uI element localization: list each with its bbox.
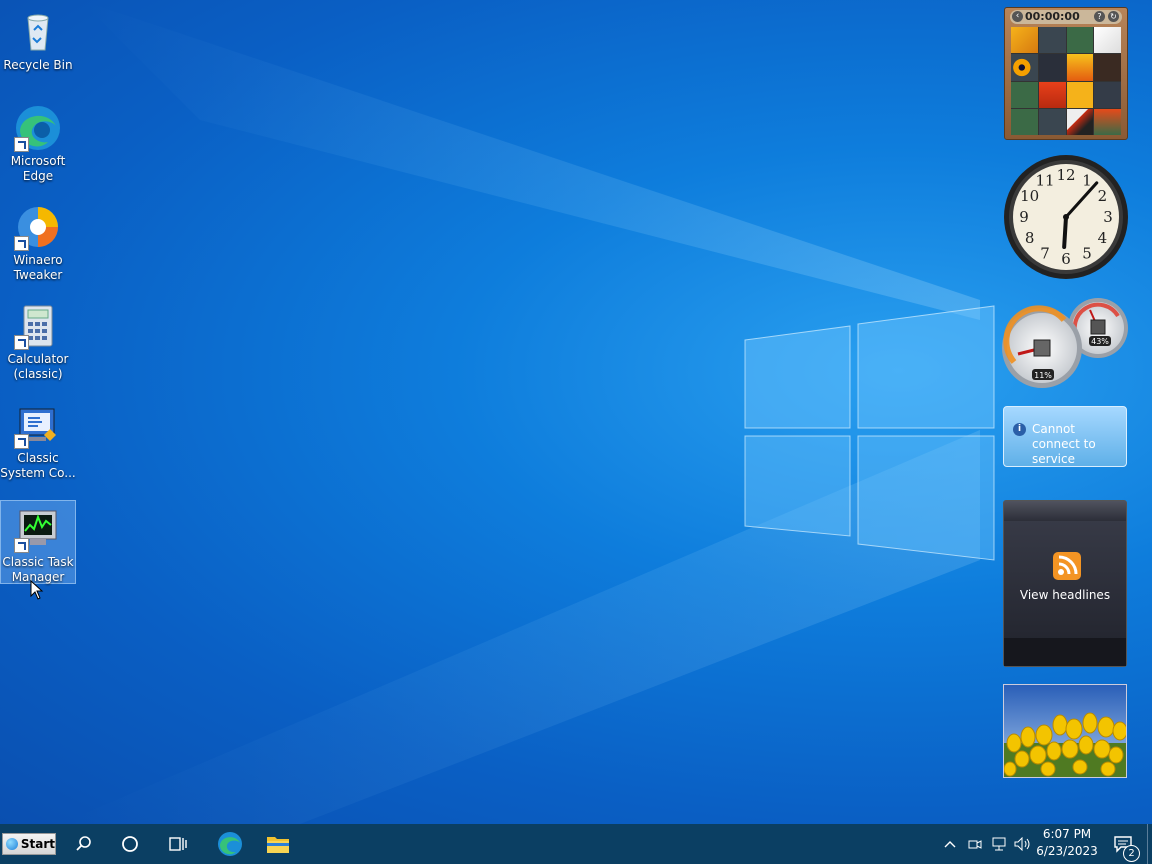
clock-numeral: 9	[1019, 208, 1029, 226]
clock-numeral: 5	[1082, 244, 1092, 262]
clock-numeral: 10	[1020, 187, 1039, 205]
clock-numeral: 4	[1098, 229, 1108, 247]
notification-count-badge: 2	[1123, 845, 1140, 862]
weather-gadget[interactable]: i Cannot connect to service	[1003, 406, 1127, 467]
shortcut-arrow-icon	[14, 137, 29, 152]
clock-numeral: 2	[1098, 187, 1108, 205]
camera-icon	[968, 840, 982, 849]
desktop-icon-label: Calculator (classic)	[7, 352, 69, 381]
clock-numeral: 11	[1035, 172, 1054, 190]
network-icon	[992, 837, 1006, 851]
cpu-meter-gadget[interactable]: 43% 11%	[1002, 296, 1130, 392]
desktop-icon-label: Microsoft Edge	[10, 154, 66, 183]
start-button[interactable]: Start	[2, 833, 56, 855]
show-hidden-icons-button[interactable]	[940, 824, 960, 864]
shortcut-arrow-icon	[14, 538, 29, 553]
folder-icon	[267, 837, 289, 853]
clock-time: 6:07 PM	[1042, 827, 1092, 841]
mouse-cursor-icon	[30, 580, 44, 600]
shortcut-arrow-icon	[14, 434, 29, 449]
puzzle-shuffle-icon[interactable]: ↻	[1108, 11, 1119, 22]
taskbar-clock[interactable]: 6:07 PM 6/23/2023	[1030, 826, 1104, 860]
desktop[interactable]: Recycle Bin Microsoft Edge Winaero Tweak…	[0, 0, 1152, 824]
task-view-icon	[169, 837, 187, 851]
action-center-button[interactable]: 2	[1106, 824, 1140, 864]
rss-icon	[1053, 552, 1081, 580]
feed-headlines-gadget[interactable]: View headlines	[1003, 500, 1127, 667]
show-desktop-button[interactable]	[1147, 824, 1148, 864]
shortcut-arrow-icon	[14, 335, 29, 350]
memory-percent: 43%	[1091, 337, 1109, 346]
file-explorer-button[interactable]	[256, 824, 300, 864]
weather-message: Cannot connect to service	[1032, 422, 1096, 466]
view-headlines-link[interactable]: View headlines	[1004, 588, 1126, 602]
desktop-icon-classic-system-control[interactable]: Classic System Co...	[0, 401, 76, 481]
cpu-percent: 11%	[1034, 371, 1052, 380]
clock-date: 6/23/2023	[1036, 844, 1098, 858]
desktop-icon-label: Classic System Co...	[0, 451, 76, 480]
puzzle-board[interactable]	[1011, 27, 1121, 135]
wallpaper	[60, 0, 995, 824]
calculator-icon	[14, 302, 62, 350]
start-orb-icon	[6, 838, 18, 850]
clock-hour-hand	[1062, 215, 1068, 249]
clock-numeral: 8	[1025, 229, 1035, 247]
clock-numeral: 12	[1056, 166, 1075, 184]
desktop-icon-label: Recycle Bin	[3, 58, 73, 72]
puzzle-back-icon[interactable]: ‹	[1012, 11, 1023, 22]
classic-system-control-icon	[14, 401, 62, 449]
picture-puzzle-gadget[interactable]: ‹ 00:00:00 ? ↻	[1004, 7, 1128, 140]
taskbar: Start 6:07 PM 6/23/2023 2	[0, 824, 1152, 864]
search-icon	[76, 836, 91, 851]
slideshow-image	[1004, 685, 1126, 777]
clock-numeral: 7	[1040, 244, 1050, 262]
clock-numeral: 1	[1082, 172, 1092, 190]
desktop-icon-label: Winaero Tweaker	[13, 253, 63, 282]
desktop-icon-winaero-tweaker[interactable]: Winaero Tweaker	[0, 203, 76, 283]
cortana-button[interactable]	[110, 824, 150, 864]
tray-meet-now[interactable]	[965, 824, 985, 864]
taskbar-edge-button[interactable]	[208, 824, 252, 864]
puzzle-help-icon[interactable]: ?	[1094, 11, 1105, 22]
desktop-icon-recycle-bin[interactable]: Recycle Bin	[0, 8, 76, 73]
tray-network[interactable]	[988, 824, 1010, 864]
clock-gadget[interactable]: 12 12 3 45678 9 1011	[1002, 153, 1130, 281]
desktop-icon-classic-task-manager[interactable]: Classic Task Manager	[0, 500, 76, 584]
recycle-bin-icon	[14, 8, 62, 56]
edge-icon	[14, 104, 62, 152]
desktop-icon-calculator[interactable]: Calculator (classic)	[0, 302, 76, 382]
puzzle-timer: 00:00:00	[1025, 10, 1080, 23]
cortana-icon	[122, 836, 138, 852]
clock-numeral: 6	[1061, 250, 1071, 268]
search-button[interactable]	[64, 824, 104, 864]
shortcut-arrow-icon	[14, 236, 29, 251]
clock-numeral: 3	[1103, 208, 1113, 226]
start-label: Start	[20, 837, 55, 851]
winaero-tweaker-icon	[14, 203, 62, 251]
edge-icon	[218, 832, 242, 856]
task-manager-icon	[14, 505, 62, 553]
desktop-icon-edge[interactable]: Microsoft Edge	[0, 104, 76, 184]
task-view-button[interactable]	[158, 824, 198, 864]
slideshow-gadget[interactable]	[1003, 684, 1127, 778]
chevron-up-icon	[944, 841, 956, 848]
info-icon: i	[1013, 423, 1026, 436]
